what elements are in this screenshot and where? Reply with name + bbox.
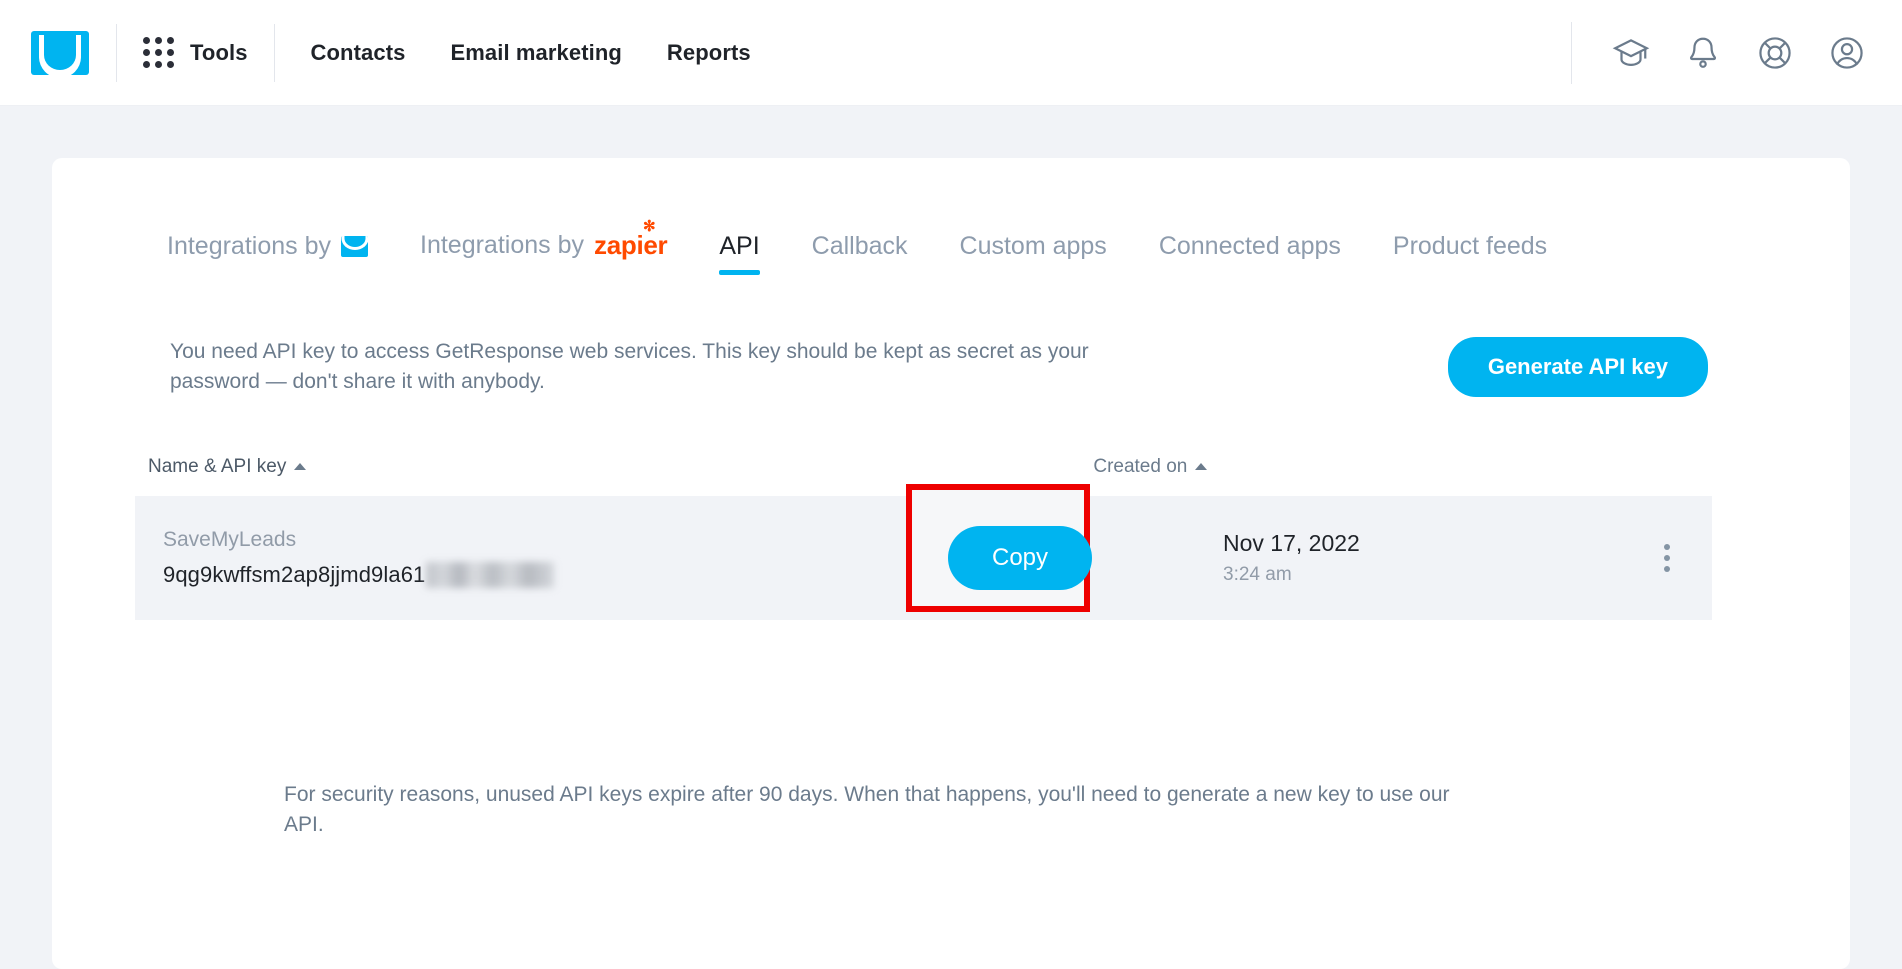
tab-connected-apps[interactable]: Connected apps	[1159, 232, 1341, 275]
column-header-created-on[interactable]: Created on	[1093, 455, 1208, 478]
nav-item-reports[interactable]: Reports	[667, 40, 751, 66]
intro-section: You need API key to access GetResponse w…	[52, 275, 1850, 398]
created-on-cell: Nov 17, 2022 3:24 am	[1223, 530, 1643, 586]
content-card: Integrations by Integrations by zapier ✻…	[52, 158, 1850, 969]
tools-label: Tools	[190, 39, 248, 65]
tab-label: Callback	[811, 232, 908, 260]
nav-item-contacts[interactable]: Contacts	[311, 40, 406, 66]
tab-callback[interactable]: Callback	[812, 232, 908, 275]
column-label: Created on	[1093, 455, 1188, 477]
created-time: 3:24 am	[1223, 563, 1292, 585]
tab-label: Integrations by	[420, 231, 584, 259]
expiry-footnote: For security reasons, unused API keys ex…	[284, 782, 1450, 837]
kebab-menu-icon[interactable]	[1664, 543, 1670, 572]
app-logo[interactable]	[30, 30, 90, 76]
api-key-name: SaveMyLeads	[163, 527, 297, 551]
api-key-masked-portion	[426, 561, 555, 588]
caret-up-icon	[294, 463, 307, 471]
generate-api-key-button[interactable]: Generate API key	[1447, 337, 1708, 397]
getresponse-envelope-icon	[341, 236, 368, 257]
copy-api-key-button[interactable]: Copy	[947, 525, 1093, 590]
page-background: Integrations by Integrations by zapier ✻…	[0, 106, 1902, 969]
header-divider-2	[273, 23, 275, 82]
intro-description: You need API key to access GetResponse w…	[170, 340, 1089, 394]
user-account-icon[interactable]	[1828, 34, 1866, 72]
bell-icon[interactable]	[1684, 34, 1722, 72]
tab-label: Custom apps	[959, 232, 1107, 260]
top-navigation-bar: Tools Contacts Email marketing Reports	[0, 0, 1902, 106]
created-date: Nov 17, 2022	[1223, 529, 1360, 556]
tab-label: API	[719, 232, 760, 260]
header-divider-3	[1571, 21, 1572, 84]
active-tab-indicator	[719, 270, 760, 275]
api-key-cell: SaveMyLeads 9qg9kwffsm2ap8jjmd9la61	[135, 528, 905, 588]
copy-cell: Copy	[905, 483, 1135, 612]
tab-integrations-by-zapier[interactable]: Integrations by zapier ✻	[420, 219, 668, 275]
nav-item-email-marketing[interactable]: Email marketing	[450, 40, 621, 66]
api-key-value-wrap: 9qg9kwffsm2ap8jjmd9la61	[163, 561, 905, 588]
caret-up-icon	[1195, 463, 1208, 471]
zapier-spark-icon: ✻	[643, 218, 656, 235]
tab-label: Product feeds	[1392, 232, 1548, 260]
graduation-cap-icon[interactable]	[1612, 34, 1650, 72]
column-label: Name & API key	[148, 455, 287, 477]
table-header: Name & API key Created on	[52, 398, 1850, 478]
tab-custom-apps[interactable]: Custom apps	[960, 232, 1107, 275]
grid-apps-icon	[143, 37, 174, 68]
api-key-value: 9qg9kwffsm2ap8jjmd9la61	[163, 561, 426, 587]
tab-integrations-by-getresponse[interactable]: Integrations by	[167, 232, 368, 275]
tab-api[interactable]: API	[719, 232, 760, 275]
getresponse-envelope-logo-icon	[31, 30, 89, 75]
tab-label: Integrations by	[167, 232, 331, 260]
tab-label: Connected apps	[1158, 232, 1341, 260]
main-navigation: Contacts Email marketing Reports	[311, 40, 751, 66]
column-header-name-api-key[interactable]: Name & API key	[148, 455, 307, 478]
tab-bar: Integrations by Integrations by zapier ✻…	[52, 158, 1850, 275]
zapier-logo-icon: zapier ✻	[594, 219, 668, 261]
header-actions	[1571, 21, 1902, 84]
table-row: SaveMyLeads 9qg9kwffsm2ap8jjmd9la61 Copy…	[135, 483, 1712, 620]
tools-menu-button[interactable]: Tools	[143, 37, 248, 68]
zapier-wordmark: zapier	[594, 230, 668, 260]
tab-product-feeds[interactable]: Product feeds	[1393, 232, 1547, 275]
header-divider-1	[116, 23, 117, 82]
lifebuoy-help-icon[interactable]	[1756, 34, 1794, 72]
